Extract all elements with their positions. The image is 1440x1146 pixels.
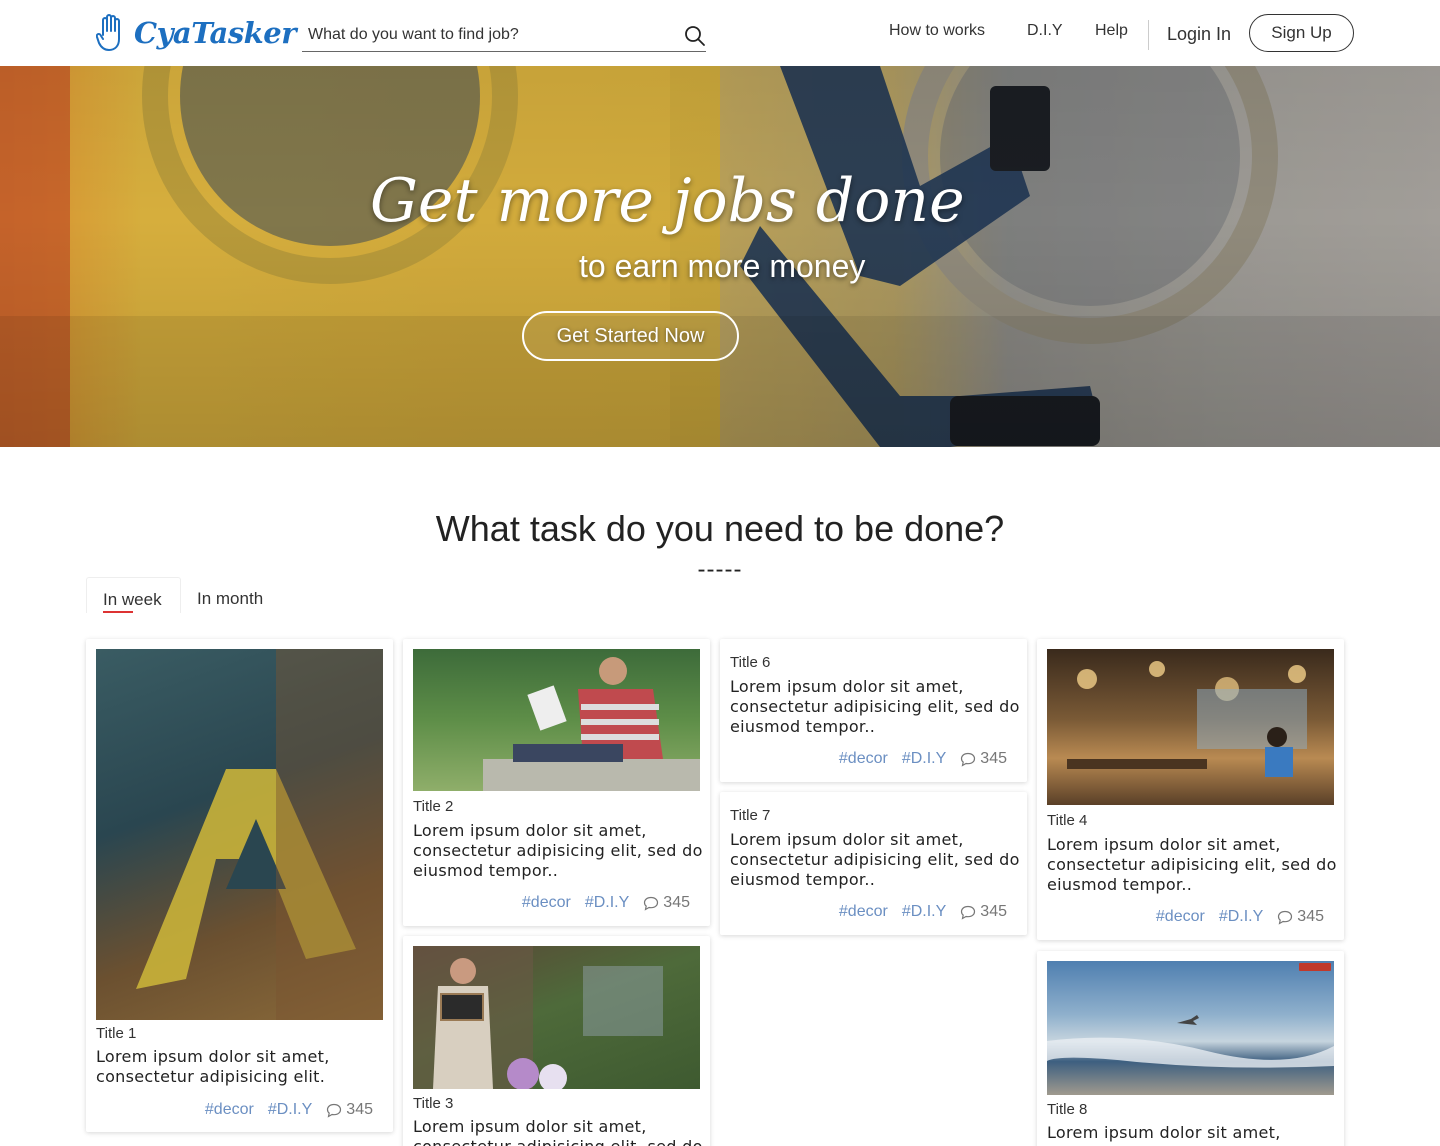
search-bar [302, 20, 706, 52]
tab-in-week-label: In week [103, 590, 162, 609]
tag-link[interactable]: #decor [522, 894, 571, 912]
tab-active-indicator [103, 611, 133, 613]
comment-count-value: 345 [663, 894, 690, 911]
login-link[interactable]: Login In [1167, 24, 1231, 45]
card-description: Lorem ipsum dolor sit amet, consectetur … [1047, 835, 1337, 894]
card-image [413, 946, 700, 1089]
tab-in-month[interactable]: In month [181, 577, 279, 613]
card-title: Title 4 [1047, 812, 1088, 829]
task-card[interactable]: Title 4 Lorem ipsum dolor sit amet, cons… [1037, 639, 1344, 940]
card-meta: #decor #D.I.Y 345 [839, 750, 1007, 768]
hero-headline: Get more jobs done [370, 166, 965, 236]
nav-diy[interactable]: D.I.Y [1027, 22, 1063, 40]
card-title: Title 8 [1047, 1101, 1088, 1118]
card-meta: #decor #D.I.Y 345 [1156, 908, 1324, 926]
task-card[interactable]: Title 8 Lorem ipsum dolor sit amet, cons… [1037, 951, 1344, 1146]
get-started-button[interactable]: Get Started Now [522, 311, 739, 361]
comment-count: 345 [960, 750, 1007, 768]
card-title: Title 1 [96, 1025, 137, 1042]
task-card[interactable]: Title 6 Lorem ipsum dolor sit amet, cons… [720, 639, 1027, 782]
flower-shop-image [413, 946, 663, 1089]
card-description: Lorem ipsum dolor sit amet, consectetur … [96, 1047, 330, 1086]
card-image [96, 649, 383, 1020]
tag-link[interactable]: #D.I.Y [1219, 908, 1263, 926]
task-card[interactable]: Title 3 Lorem ipsum dolor sit amet, cons… [403, 936, 710, 1146]
card-title: Title 2 [413, 798, 454, 815]
top-header: CyaTasker How to works D.I.Y Help Login … [0, 0, 1440, 66]
comment-icon [327, 1103, 342, 1118]
comment-icon [644, 896, 659, 911]
card-title: Title 7 [730, 807, 771, 824]
comment-count: 345 [1277, 908, 1324, 926]
tag-link[interactable]: #decor [839, 903, 888, 921]
comment-count: 345 [643, 894, 690, 912]
tag-link[interactable]: #decor [839, 750, 888, 768]
card-image [1047, 649, 1334, 805]
beach-aerial-image [1047, 963, 1334, 1071]
task-card[interactable]: Title 2 Lorem ipsum dolor sit amet, cons… [403, 639, 710, 926]
comment-count-value: 345 [346, 1101, 373, 1118]
hand-logo-icon [96, 14, 120, 51]
comment-count-value: 345 [1297, 908, 1324, 925]
card-image [1047, 961, 1334, 1095]
card-description: Lorem ipsum dolor sit amet, consectetur … [730, 677, 1020, 736]
section-title: What task do you need to be done? [435, 508, 1005, 549]
card-description: Lorem ipsum dolor sit amet, consectetur … [1047, 1123, 1336, 1146]
tag-link[interactable]: #decor [205, 1101, 254, 1119]
tag-link[interactable]: #D.I.Y [902, 903, 946, 921]
letter-a-sign-image [136, 649, 383, 1020]
tag-link[interactable]: #D.I.Y [585, 894, 629, 912]
card-description: Lorem ipsum dolor sit amet, consectetur … [730, 830, 1020, 889]
nav-how-to-works[interactable]: How to works [889, 22, 985, 40]
nav-divider [1148, 20, 1149, 50]
tag-link[interactable]: #decor [1156, 908, 1205, 926]
tab-in-week[interactable]: In week [86, 577, 181, 613]
tag-link[interactable]: #D.I.Y [268, 1101, 312, 1119]
man-reading-image [483, 657, 700, 791]
task-card[interactable]: Title 7 Lorem ipsum dolor sit amet, cons… [720, 792, 1027, 935]
hero-subheadline: to earn more money [579, 248, 866, 284]
comment-count: 345 [326, 1101, 373, 1119]
card-image [413, 649, 700, 791]
card-title: Title 6 [730, 654, 771, 671]
card-title: Title 3 [413, 1095, 454, 1112]
comment-count: 345 [960, 903, 1007, 921]
search-input[interactable] [302, 20, 662, 50]
task-card[interactable]: Title 1 Lorem ipsum dolor sit amet, cons… [86, 639, 393, 1132]
nav-help[interactable]: Help [1095, 22, 1128, 40]
card-description: Lorem ipsum dolor sit amet, consectetur … [413, 821, 703, 880]
brand-name: CyaTasker [134, 16, 296, 50]
card-meta: #decor #D.I.Y 345 [839, 903, 1007, 921]
card-meta: #decor #D.I.Y 345 [205, 1101, 373, 1119]
comment-count-value: 345 [980, 903, 1007, 920]
comment-icon [1278, 910, 1293, 925]
comment-icon [961, 752, 976, 767]
cafe-interior-image [1067, 661, 1307, 777]
signup-button[interactable]: Sign Up [1249, 14, 1354, 52]
tag-link[interactable]: #D.I.Y [902, 750, 946, 768]
card-meta: #decor #D.I.Y 345 [522, 894, 690, 912]
comment-icon [961, 905, 976, 920]
search-icon[interactable] [684, 25, 706, 47]
comment-count-value: 345 [980, 750, 1007, 767]
card-description: Lorem ipsum dolor sit amet, consectetur … [413, 1117, 702, 1146]
tab-in-month-label: In month [197, 589, 264, 608]
hero-banner: Get more jobs done to earn more money Ge… [0, 66, 1440, 447]
logo[interactable]: CyaTasker [96, 10, 296, 56]
